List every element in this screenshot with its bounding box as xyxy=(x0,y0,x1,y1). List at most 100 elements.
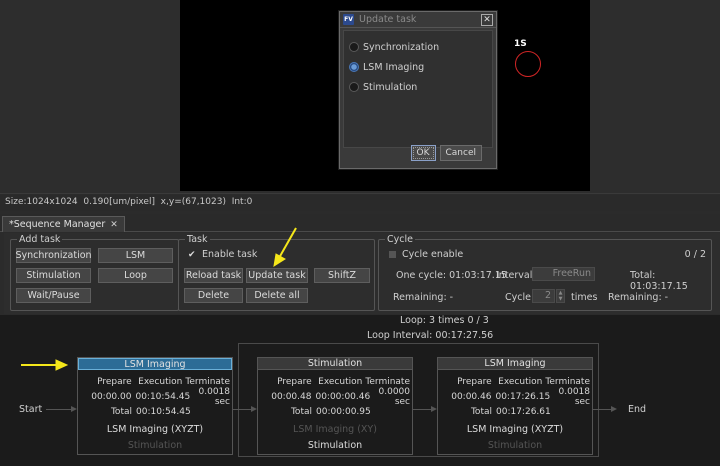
tab-bar: *Sequence Manager ✕ xyxy=(0,214,720,232)
sequence-flow: Loop: 3 times 0 / 3 Loop Interval: 00:17… xyxy=(0,315,720,466)
checkmark-icon: ✔ xyxy=(188,249,196,260)
update-task-dialog: FV Update task ✕ Synchronization LSM Ima… xyxy=(339,11,497,169)
cycle-counter: 0 / 2 xyxy=(684,249,706,260)
connector xyxy=(593,409,611,410)
terminate-value: 0.0018 sec xyxy=(198,386,231,407)
dialog-options-box: Synchronization LSM Imaging Stimulation xyxy=(343,30,493,148)
cycle-count-input[interactable]: 2 xyxy=(532,289,555,303)
prepare-value: 00:00.48 xyxy=(271,391,312,402)
group-title: Add task xyxy=(17,234,63,245)
group-title: Cycle xyxy=(385,234,415,245)
total-value: 00:10:54.45 xyxy=(136,406,191,417)
node-title[interactable]: Stimulation xyxy=(258,358,412,370)
execution-value: 00:10:54.45 xyxy=(135,391,191,402)
checkbox-icon[interactable] xyxy=(389,251,396,258)
fv-logo-icon: FV xyxy=(343,14,354,25)
tab-sequence-manager[interactable]: *Sequence Manager ✕ xyxy=(2,216,125,232)
roi-label: 1S xyxy=(514,39,527,49)
radio-selected-icon[interactable] xyxy=(349,62,359,72)
arrow-right-icon xyxy=(611,406,617,412)
close-icon[interactable]: ✕ xyxy=(481,13,493,26)
remaining-label: Remaining: - xyxy=(608,292,669,303)
interval-field[interactable]: FreeRun xyxy=(532,267,595,281)
radio-stimulation[interactable]: Stimulation xyxy=(344,77,492,97)
cycle-spinner[interactable]: ▲ ▼ xyxy=(556,289,565,303)
task-node-lsm-imaging[interactable]: LSM Imaging Prepare Execution Terminate 00… xyxy=(77,357,233,455)
cycle-enable-checkbox[interactable]: Cycle enable xyxy=(389,249,463,260)
total-header: Total xyxy=(290,406,312,417)
roi-circle[interactable] xyxy=(515,51,541,77)
tab-label: *Sequence Manager xyxy=(9,219,106,230)
total-header: Total xyxy=(470,406,492,417)
reload-task-button[interactable]: Reload task xyxy=(184,268,243,283)
remaining-label: Remaining: - xyxy=(393,292,454,303)
radio-lsm-imaging[interactable]: LSM Imaging xyxy=(344,57,492,77)
enable-task-checkbox[interactable]: ✔ Enable task xyxy=(188,249,257,260)
total-label: Total: 01:03:17.15 xyxy=(630,270,688,292)
loop-count-text: Loop: 3 times 0 / 3 xyxy=(400,315,489,326)
connector xyxy=(46,409,72,410)
prepare-header: Prepare xyxy=(277,376,312,387)
connector xyxy=(233,409,251,410)
node-task-secondary: Stimulation xyxy=(307,440,363,451)
image-status-line: Size:1024x1024 0.190[um/pixel] x,y=(67,1… xyxy=(0,195,720,211)
node-title[interactable]: LSM Imaging xyxy=(78,358,232,370)
cancel-button[interactable]: Cancel xyxy=(439,145,482,161)
times-label: times xyxy=(571,292,598,303)
prepare-value: 00:00.46 xyxy=(451,391,492,402)
terminate-value: 0.0000 sec xyxy=(378,386,411,407)
prepare-header: Prepare xyxy=(457,376,492,387)
execution-value: 00:17:26.15 xyxy=(495,391,551,402)
task-node-stimulation[interactable]: Stimulation Prepare Execution Terminate 00… xyxy=(257,357,413,455)
shiftz-button[interactable]: ShiftZ xyxy=(314,268,370,283)
group-title: Task xyxy=(185,234,210,245)
node-task-secondary: Stimulation xyxy=(487,440,543,451)
radio-synchronization[interactable]: Synchronization xyxy=(344,37,492,57)
tab-close-icon[interactable]: ✕ xyxy=(110,220,118,230)
dialog-title: Update task xyxy=(359,14,417,25)
cycle-count-label: Cycle: xyxy=(505,292,535,303)
terminate-header: Terminate xyxy=(545,376,590,387)
task-node-lsm-imaging[interactable]: LSM Imaging Prepare Execution Terminate 00… xyxy=(437,357,593,455)
total-value: 00:00:00.95 xyxy=(316,406,371,417)
lsm-button[interactable]: LSM xyxy=(98,248,173,263)
terminate-value: 0.0018 sec xyxy=(558,386,591,407)
interval-label: Interval: xyxy=(496,270,536,281)
delete-button[interactable]: Delete xyxy=(184,288,243,303)
wait-pause-button[interactable]: Wait/Pause xyxy=(16,288,91,303)
delete-all-button[interactable]: Delete all xyxy=(246,288,308,303)
prepare-header: Prepare xyxy=(97,376,132,387)
checkbox-label: Enable task xyxy=(202,249,258,260)
prepare-value: 00:00.00 xyxy=(91,391,132,402)
total-header: Total xyxy=(110,406,132,417)
node-title[interactable]: LSM Imaging xyxy=(438,358,592,370)
terminate-header: Terminate xyxy=(185,376,230,387)
checkbox-label: Cycle enable xyxy=(402,249,464,260)
execution-value: 00:00:00.46 xyxy=(315,391,371,402)
total-value: 00:17:26.61 xyxy=(496,406,551,417)
node-task-primary: LSM Imaging (XYZT) xyxy=(106,424,204,435)
connector xyxy=(413,409,431,410)
radio-icon[interactable] xyxy=(349,42,359,52)
one-cycle-label: One cycle: 01:03:17.15 xyxy=(396,270,507,281)
dialog-titlebar[interactable]: FV Update task ✕ xyxy=(340,12,496,28)
update-task-button[interactable]: Update task xyxy=(246,268,308,283)
terminate-header: Terminate xyxy=(365,376,410,387)
node-task-primary: LSM Imaging (XY) xyxy=(293,424,377,435)
task-group: Task ✔ Enable task Reload task Update ta… xyxy=(178,234,375,311)
radio-label: Synchronization xyxy=(363,41,440,53)
cycle-group: Cycle Cycle enable 0 / 2 One cycle: 01:0… xyxy=(378,234,712,311)
synchronization-button[interactable]: Synchronization xyxy=(15,248,92,263)
loop-button[interactable]: Loop xyxy=(98,268,173,283)
start-label: Start xyxy=(19,404,43,415)
execution-header: Execution xyxy=(318,376,363,387)
radio-icon[interactable] xyxy=(349,82,359,92)
ok-button[interactable]: OK xyxy=(410,145,436,161)
node-task-primary: LSM Imaging (XYZT) xyxy=(466,424,564,435)
stimulation-button[interactable]: Stimulation xyxy=(16,268,91,283)
sequence-controls-panel: Add task Synchronization LSM Stimulation… xyxy=(4,233,720,314)
execution-header: Execution xyxy=(138,376,183,387)
radio-label: Stimulation xyxy=(363,81,418,93)
radio-label: LSM Imaging xyxy=(363,61,425,73)
end-label: End xyxy=(628,404,647,415)
